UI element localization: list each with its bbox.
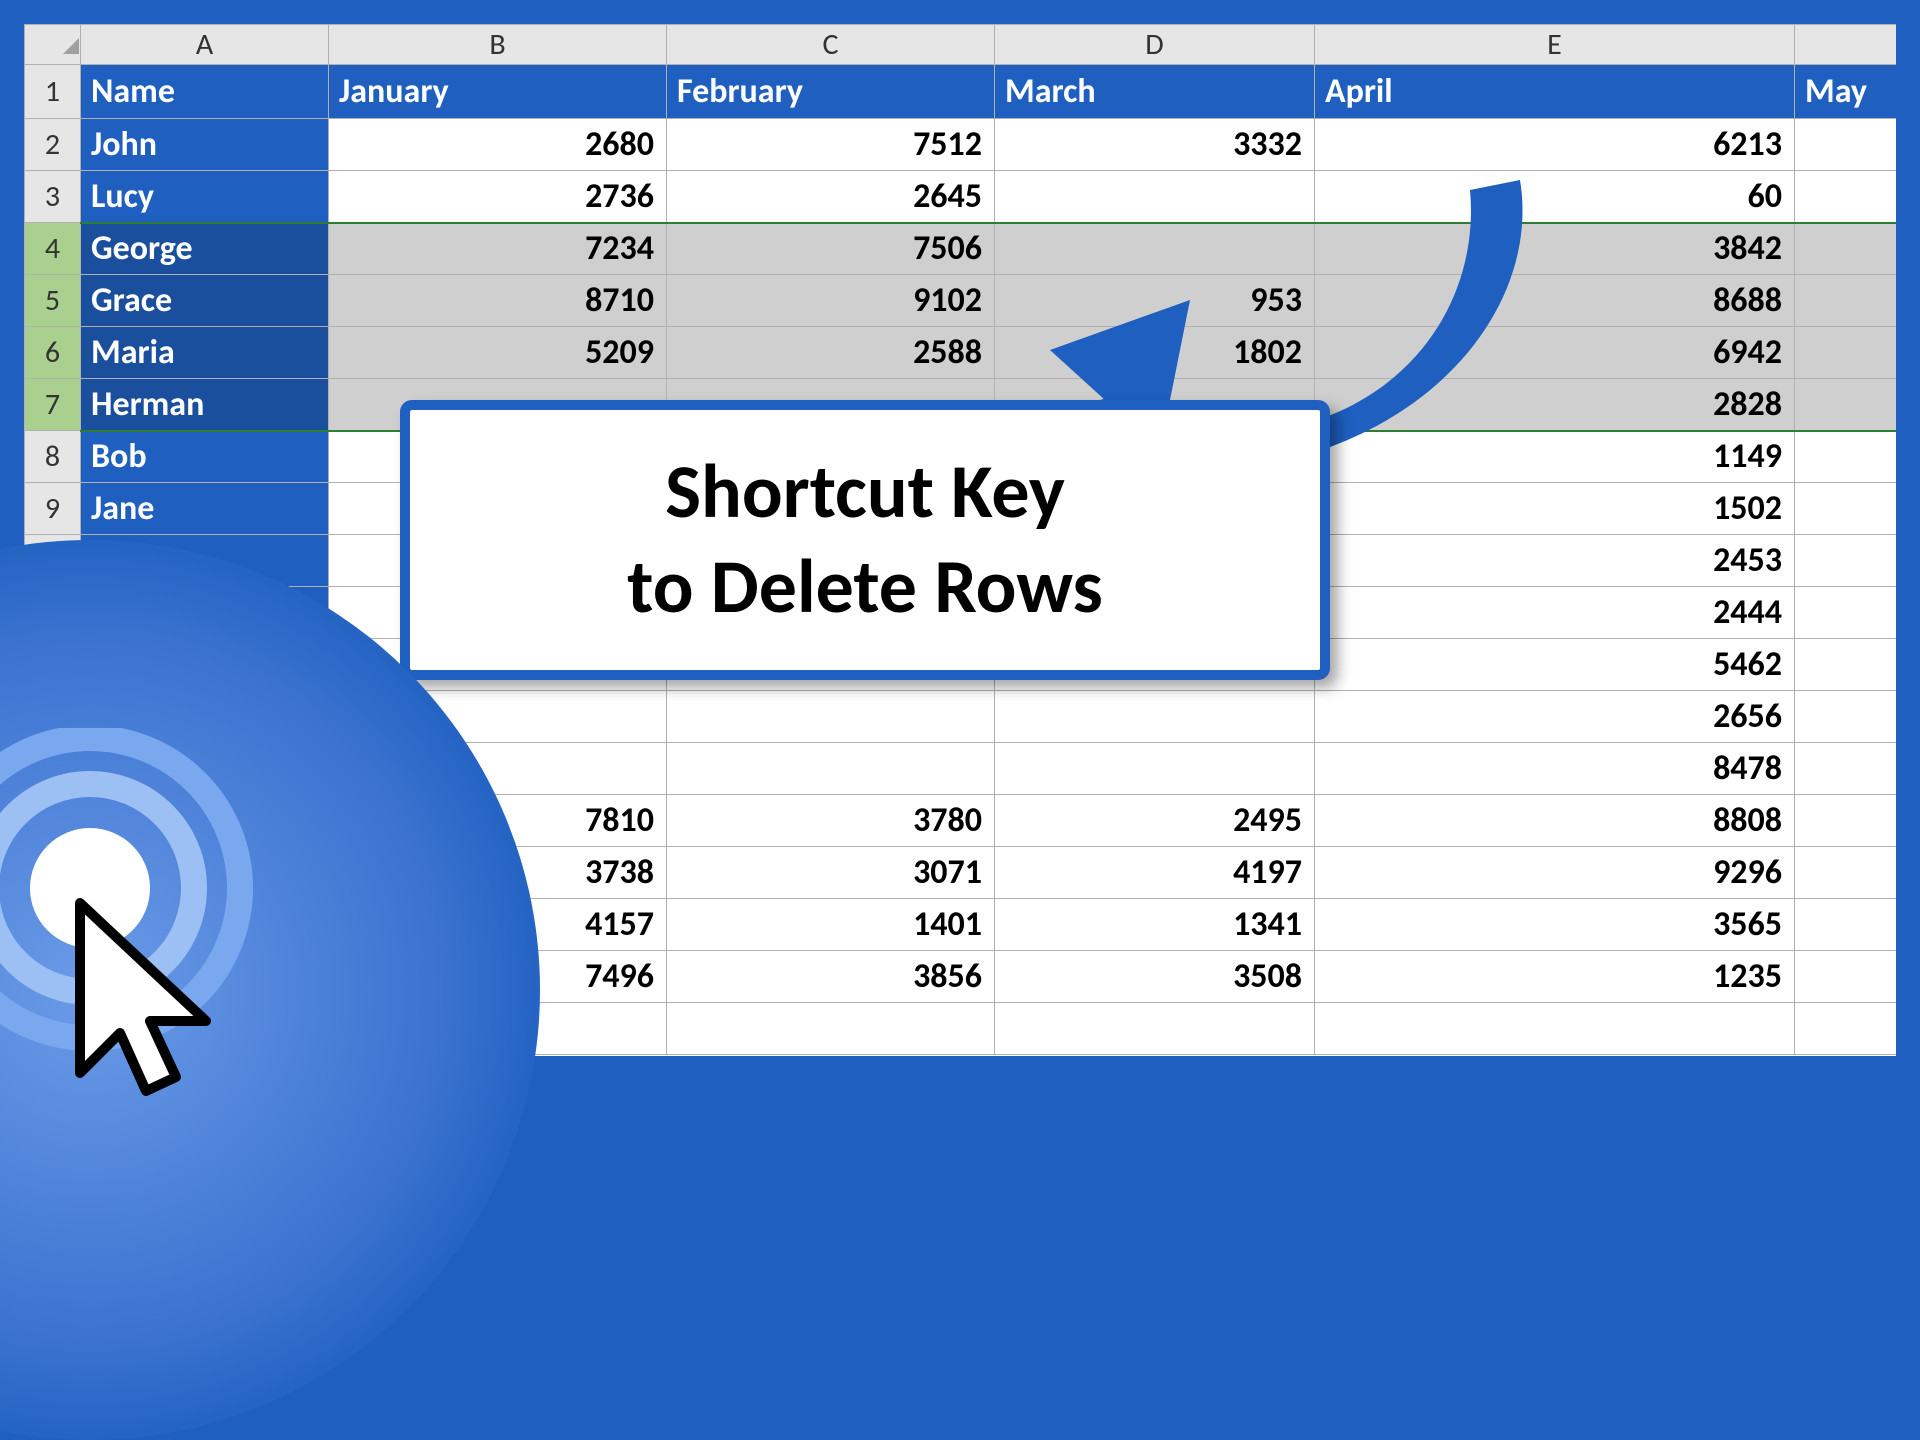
cell-F[interactable]	[1795, 535, 1897, 587]
cell-F[interactable]	[1795, 1003, 1897, 1055]
cell-D[interactable]: 2495	[995, 795, 1315, 847]
cell-F[interactable]	[1795, 275, 1897, 327]
cell-C[interactable]	[667, 743, 995, 795]
brand-logo	[0, 540, 540, 1440]
cell-F[interactable]	[1795, 639, 1897, 691]
cell-B[interactable]: 7234	[329, 223, 667, 275]
header-cell-F[interactable]: May	[1795, 65, 1897, 119]
cell-F[interactable]	[1795, 899, 1897, 951]
cell-E[interactable]: 1235	[1315, 951, 1795, 1003]
column-header-D[interactable]: D	[995, 25, 1315, 65]
name-cell[interactable]: George	[81, 223, 329, 275]
header-cell-C[interactable]: February	[667, 65, 995, 119]
row-header-3[interactable]: 3	[25, 171, 81, 223]
cell-F[interactable]	[1795, 691, 1897, 743]
cell-E[interactable]: 1149	[1315, 431, 1795, 483]
cell-F[interactable]	[1795, 223, 1897, 275]
row-header-9[interactable]: 9	[25, 483, 81, 535]
cell-E[interactable]: 2828	[1315, 379, 1795, 431]
cell-C[interactable]	[667, 691, 995, 743]
cell-E[interactable]: 1502	[1315, 483, 1795, 535]
row-header-8[interactable]: 8	[25, 431, 81, 483]
cell-E[interactable]: 5462	[1315, 639, 1795, 691]
cell-B[interactable]: 8710	[329, 275, 667, 327]
header-cell-E[interactable]: April	[1315, 65, 1795, 119]
cell-F[interactable]	[1795, 587, 1897, 639]
cell-D[interactable]: 3332	[995, 119, 1315, 171]
cell-F[interactable]	[1795, 951, 1897, 1003]
column-header-partial[interactable]	[1795, 25, 1897, 65]
cell-F[interactable]	[1795, 483, 1897, 535]
cell-C[interactable]: 7512	[667, 119, 995, 171]
cell-B[interactable]: 2736	[329, 171, 667, 223]
cell-F[interactable]	[1795, 379, 1897, 431]
row-header-6[interactable]: 6	[25, 327, 81, 379]
cell-E[interactable]: 6213	[1315, 119, 1795, 171]
cell-E[interactable]: 2453	[1315, 535, 1795, 587]
cell-F[interactable]	[1795, 795, 1897, 847]
cell-C[interactable]: 3071	[667, 847, 995, 899]
cell-E[interactable]: 6942	[1315, 327, 1795, 379]
cell-D[interactable]: 4197	[995, 847, 1315, 899]
cell-D[interactable]	[995, 691, 1315, 743]
row-header-2[interactable]: 2	[25, 119, 81, 171]
cell-D[interactable]	[995, 1003, 1315, 1055]
cell-E[interactable]: 8808	[1315, 795, 1795, 847]
cell-E[interactable]: 8478	[1315, 743, 1795, 795]
column-header-B[interactable]: B	[329, 25, 667, 65]
cell-C[interactable]	[667, 1003, 995, 1055]
cell-F[interactable]	[1795, 327, 1897, 379]
cell-C[interactable]: 2645	[667, 171, 995, 223]
name-cell[interactable]: Bob	[81, 431, 329, 483]
column-header-C[interactable]: C	[667, 25, 995, 65]
row-header-4[interactable]: 4	[25, 223, 81, 275]
cell-F[interactable]	[1795, 743, 1897, 795]
cell-C[interactable]: 1401	[667, 899, 995, 951]
column-header-A[interactable]: A	[81, 25, 329, 65]
name-cell[interactable]: Herman	[81, 379, 329, 431]
cell-F[interactable]	[1795, 847, 1897, 899]
cell-C[interactable]: 2588	[667, 327, 995, 379]
callout-line-2: to Delete Rows	[627, 540, 1103, 635]
name-cell[interactable]: Maria	[81, 327, 329, 379]
cell-B[interactable]: 2680	[329, 119, 667, 171]
cell-B[interactable]: 5209	[329, 327, 667, 379]
cell-D[interactable]: 953	[995, 275, 1315, 327]
header-cell-D[interactable]: March	[995, 65, 1315, 119]
cell-D[interactable]: 1802	[995, 327, 1315, 379]
cell-D[interactable]: 1341	[995, 899, 1315, 951]
row-header-1[interactable]: 1	[25, 65, 81, 119]
row-header-5[interactable]: 5	[25, 275, 81, 327]
cell-E[interactable]: 8688	[1315, 275, 1795, 327]
cell-C[interactable]: 7506	[667, 223, 995, 275]
cell-F[interactable]	[1795, 171, 1897, 223]
name-cell[interactable]: Grace	[81, 275, 329, 327]
name-cell[interactable]: John	[81, 119, 329, 171]
cell-E[interactable]	[1315, 1003, 1795, 1055]
name-cell[interactable]: Jane	[81, 483, 329, 535]
target-cursor-icon	[0, 728, 280, 1108]
cell-E[interactable]: 3565	[1315, 899, 1795, 951]
select-all-corner[interactable]	[25, 25, 81, 65]
cell-E[interactable]: 2444	[1315, 587, 1795, 639]
header-cell-A[interactable]: Name	[81, 65, 329, 119]
cell-E[interactable]: 9296	[1315, 847, 1795, 899]
cell-E[interactable]: 60	[1315, 171, 1795, 223]
callout-line-1: Shortcut Key	[627, 445, 1103, 540]
cell-F[interactable]	[1795, 431, 1897, 483]
header-cell-B[interactable]: January	[329, 65, 667, 119]
cell-D[interactable]	[995, 743, 1315, 795]
cell-C[interactable]: 3780	[667, 795, 995, 847]
name-cell[interactable]: Lucy	[81, 171, 329, 223]
cell-F[interactable]	[1795, 119, 1897, 171]
cell-E[interactable]: 3842	[1315, 223, 1795, 275]
cell-D[interactable]: 3508	[995, 951, 1315, 1003]
cell-C[interactable]: 9102	[667, 275, 995, 327]
cell-C[interactable]: 3856	[667, 951, 995, 1003]
cell-D[interactable]	[995, 223, 1315, 275]
cell-D[interactable]	[995, 171, 1315, 223]
cell-E[interactable]: 2656	[1315, 691, 1795, 743]
column-header-E[interactable]: E	[1315, 25, 1795, 65]
row-header-7[interactable]: 7	[25, 379, 81, 431]
